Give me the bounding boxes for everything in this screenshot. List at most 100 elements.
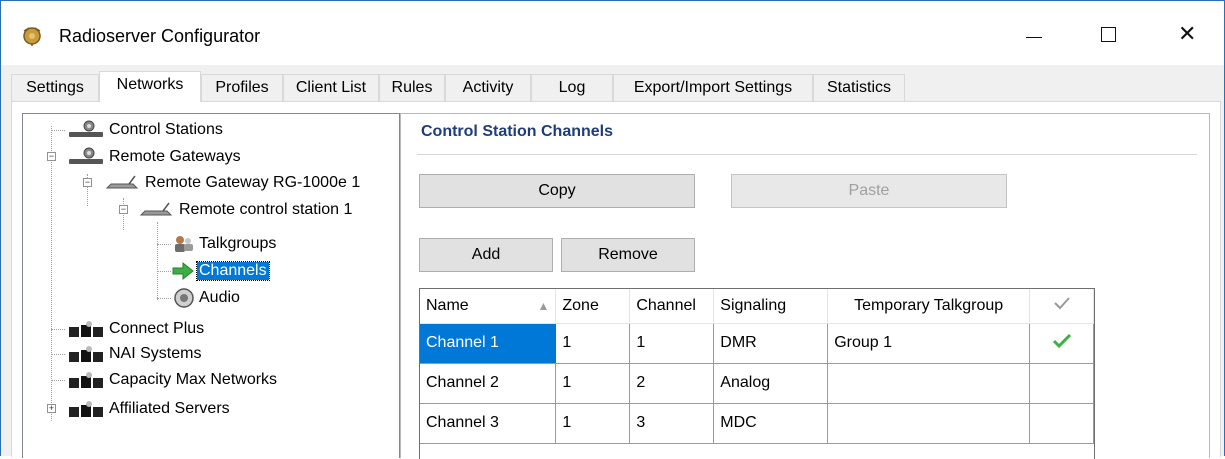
- tree-item-label: Remote Gateway RG-1000e 1: [145, 174, 361, 191]
- tree-item-control-stations[interactable]: Control Stations: [67, 118, 225, 142]
- tree-connector: [51, 354, 65, 355]
- tree-connector: [51, 329, 65, 330]
- cell-zone[interactable]: 1: [555, 323, 631, 364]
- tree-item-nai-systems[interactable]: NAI Systems: [67, 342, 203, 366]
- tree-item-remote-gateways[interactable]: Remote Gateways: [67, 145, 243, 169]
- tree-connector: [157, 271, 171, 272]
- tree-item-channels[interactable]: Channels: [171, 259, 270, 283]
- column-header-zone[interactable]: Zone: [555, 289, 631, 324]
- cell-signaling[interactable]: MDC: [713, 403, 829, 444]
- collapse-icon[interactable]: −: [47, 152, 56, 161]
- tree-item-capacity-max-networks[interactable]: Capacity Max Networks: [67, 368, 279, 392]
- table-row[interactable]: Channel 3 1 3 MDC: [420, 403, 1094, 444]
- cell-name[interactable]: Channel 2: [420, 363, 557, 404]
- maximize-button[interactable]: [1083, 15, 1133, 55]
- tab-log[interactable]: Log: [531, 74, 613, 101]
- tree-item-talkgroups[interactable]: Talkgroups: [171, 232, 278, 256]
- tree-connector: [51, 126, 52, 421]
- tree-item-label: Audio: [199, 289, 240, 306]
- cell-talkgroup[interactable]: [827, 403, 1031, 444]
- column-label: Temporary Talkgroup: [854, 296, 1004, 314]
- app-window: Radioserver Configurator ✕ Settings Netw…: [0, 0, 1225, 459]
- tree-connector: [51, 130, 65, 131]
- cell-enabled[interactable]: [1029, 323, 1094, 364]
- cell-enabled[interactable]: [1029, 363, 1094, 404]
- tree-item-label: Remote control station 1: [179, 201, 353, 218]
- table-row[interactable]: Channel 1 1 1 DMR Group 1: [420, 323, 1094, 364]
- channels-table: Name ▲ Zone Channel Signaling Temporary …: [420, 289, 1094, 444]
- collapse-icon[interactable]: −: [83, 178, 92, 187]
- close-button[interactable]: ✕: [1161, 15, 1211, 55]
- tab-settings[interactable]: Settings: [11, 74, 99, 101]
- paste-button[interactable]: Paste: [731, 174, 1007, 208]
- tree-item-affiliated-servers[interactable]: Affiliated Servers: [67, 397, 232, 421]
- window-title: Radioserver Configurator: [59, 26, 261, 46]
- app-logo-icon: [21, 25, 43, 47]
- cell-signaling[interactable]: DMR: [713, 323, 829, 364]
- cell-talkgroup[interactable]: [827, 363, 1031, 404]
- title-bar: Radioserver Configurator ✕: [1, 1, 1224, 65]
- tab-label: Export/Import Settings: [633, 79, 793, 96]
- column-label: Channel: [636, 296, 696, 314]
- tab-activity[interactable]: Activity: [445, 74, 531, 101]
- column-header-signaling[interactable]: Signaling: [713, 289, 829, 324]
- tree-connector: [157, 298, 171, 299]
- expand-icon[interactable]: +: [47, 404, 56, 413]
- cell-signaling[interactable]: Analog: [713, 363, 829, 404]
- tab-label: Log: [558, 79, 586, 96]
- tab-client-list[interactable]: Client List: [283, 74, 379, 101]
- sort-ascending-icon: ▲: [537, 298, 550, 313]
- tab-label: Settings: [26, 79, 84, 96]
- tree-connector: [51, 380, 65, 381]
- cell-enabled[interactable]: [1029, 403, 1094, 444]
- cell-name[interactable]: Channel 3: [420, 403, 557, 444]
- column-header-temporary-talkgroup[interactable]: Temporary Talkgroup: [827, 289, 1031, 324]
- network-server-icon: [69, 401, 103, 417]
- cell-zone[interactable]: 1: [555, 403, 631, 444]
- channels-grid[interactable]: Name ▲ Zone Channel Signaling Temporary …: [419, 288, 1095, 459]
- network-tree[interactable]: − − − + Control Stations Remote Gateways…: [22, 113, 400, 458]
- tree-connector: [123, 198, 124, 230]
- control-station-channels-panel: Control Station Channels Copy Paste Add …: [400, 113, 1210, 459]
- tab-label: Profiles: [215, 79, 269, 96]
- network-server-icon: [69, 346, 103, 362]
- network-server-icon: [69, 372, 103, 388]
- tab-label: Statistics: [826, 79, 891, 96]
- copy-button[interactable]: Copy: [419, 174, 695, 208]
- cell-channel[interactable]: 2: [629, 363, 715, 404]
- column-header-name[interactable]: Name ▲: [420, 289, 557, 324]
- network-server-icon: [69, 321, 103, 337]
- tree-item-label: Channels: [196, 261, 270, 281]
- tree-connector: [157, 244, 171, 245]
- column-header-channel[interactable]: Channel: [629, 289, 715, 324]
- cell-name[interactable]: Channel 1: [420, 323, 557, 364]
- cell-talkgroup[interactable]: Group 1: [827, 323, 1031, 364]
- tree-item-connect-plus[interactable]: Connect Plus: [67, 317, 206, 341]
- remove-button[interactable]: Remove: [561, 238, 695, 272]
- minimize-button[interactable]: [1009, 15, 1059, 55]
- tree-item-remote-gateway-rg1000e[interactable]: Remote Gateway RG-1000e 1: [103, 171, 362, 195]
- collapse-icon[interactable]: −: [119, 205, 128, 214]
- tab-strip: Settings Networks Profiles Client List R…: [11, 71, 1221, 102]
- table-header-row: Name ▲ Zone Channel Signaling Temporary …: [420, 289, 1094, 324]
- column-header-enabled[interactable]: [1029, 289, 1094, 324]
- tree-item-label: Capacity Max Networks: [109, 371, 278, 388]
- gateway-icon: [105, 175, 139, 189]
- cell-channel[interactable]: 1: [629, 323, 715, 364]
- table-row[interactable]: Channel 2 1 2 Analog: [420, 363, 1094, 404]
- tab-profiles[interactable]: Profiles: [201, 74, 283, 101]
- tree-item-label: NAI Systems: [109, 345, 202, 362]
- tree-item-audio[interactable]: Audio: [171, 286, 242, 310]
- tab-export-import-settings[interactable]: Export/Import Settings: [613, 74, 813, 101]
- tab-statistics[interactable]: Statistics: [813, 74, 905, 101]
- add-button[interactable]: Add: [419, 238, 553, 272]
- cell-channel[interactable]: 3: [629, 403, 715, 444]
- checkmark-green-icon: [1052, 333, 1071, 348]
- gateway-icon: [139, 202, 173, 216]
- cell-zone[interactable]: 1: [555, 363, 631, 404]
- tab-rules[interactable]: Rules: [379, 74, 445, 101]
- tab-networks[interactable]: Networks: [99, 71, 201, 102]
- tab-label: Networks: [116, 76, 184, 93]
- tree-item-remote-control-station[interactable]: Remote control station 1: [137, 198, 354, 222]
- tree-connector: [157, 222, 158, 300]
